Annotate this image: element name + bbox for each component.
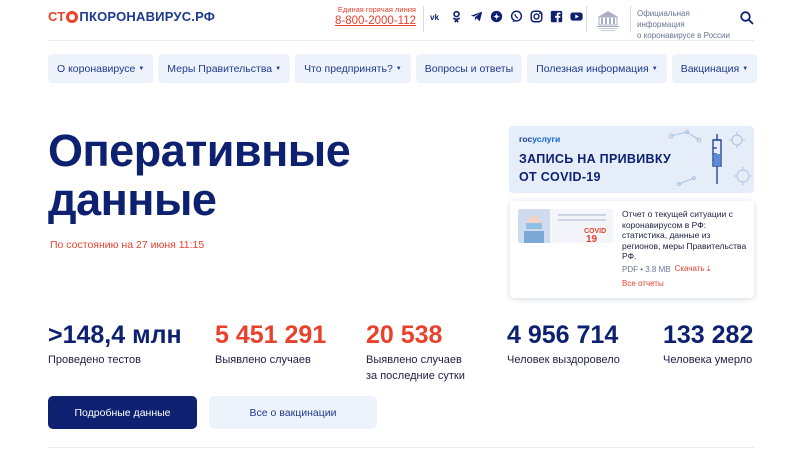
page-title-line2: данные	[48, 174, 217, 225]
caret-down-icon: ▼	[275, 65, 282, 72]
report-thumbnail[interactable]: COVID 19	[518, 209, 613, 243]
site-header: СТ ПКОРОНАВИРУС.РФ Единая горячая линия …	[0, 0, 792, 40]
nav-what-to-do[interactable]: Что предпринять? ▼	[295, 54, 411, 83]
nav-government-measures[interactable]: Меры Правительства ▼	[158, 54, 291, 83]
caret-down-icon: ▼	[395, 65, 402, 72]
report-description[interactable]: Отчет о текущей ситуации с коронавирусом…	[622, 209, 750, 262]
hotline-number[interactable]: 8-800-2000-112	[334, 15, 416, 27]
stat-label: Выявлено случаев	[215, 354, 311, 366]
nav-label: О коронавирусе	[57, 62, 136, 75]
header-divider	[48, 40, 754, 41]
stat-value: 20 538	[366, 321, 443, 349]
page-title-line1: Оперативные	[48, 125, 351, 176]
nav-label: Вакцинация	[680, 62, 740, 75]
instagram-icon[interactable]	[530, 10, 543, 23]
gosuslugi-logo: госуслуги	[519, 134, 560, 144]
odnoklassniki-icon[interactable]	[450, 10, 463, 23]
stat-label: Человека умерло	[663, 354, 753, 366]
stat-value: 5 451 291	[215, 321, 327, 349]
download-icon: ⤓	[706, 264, 711, 273]
syringe-virus-illustration-icon	[668, 130, 752, 186]
download-label: Скачать	[674, 264, 705, 273]
nav-faq[interactable]: Вопросы и ответы	[415, 54, 523, 83]
stat-deaths: 133 282 Человека умерло	[663, 320, 753, 368]
stat-cases-last-day: 20 538 Выявлено случаев за последние сут…	[366, 320, 476, 384]
gov-info: Официальная информация о коронавирусе в …	[637, 8, 737, 41]
nav-label: Меры Правительства	[167, 62, 273, 75]
hotline-label: Единая горячая линия	[337, 5, 416, 14]
viber-icon[interactable]	[510, 10, 523, 23]
download-link[interactable]: Скачать ⤓	[675, 264, 711, 274]
stat-label: Человек выздоровело	[507, 354, 620, 366]
stat-label: Проведено тестов	[48, 354, 141, 366]
stat-value: >148,4 млн	[48, 321, 182, 349]
report-thumb-number: 19	[586, 234, 598, 243]
main-nav: О коронавирусе ▼ Меры Правительства ▼ Что …	[48, 54, 758, 83]
nav-vaccination[interactable]: Вакцинация ▼	[671, 54, 758, 83]
facebook-icon[interactable]	[550, 10, 563, 23]
government-emblem-icon	[593, 5, 623, 33]
gov-info-line1: Официальная информация	[637, 9, 690, 29]
search-icon[interactable]	[740, 11, 754, 25]
update-timestamp: По состоянию на 27 июня 11:15	[50, 239, 205, 251]
stat-recovered: 4 956 714 Человек выздоровело	[507, 320, 620, 368]
situation-report-card: COVID 19 Отчет о текущей ситуации с коро…	[510, 201, 754, 298]
report-file-meta: PDF • 3.8 MB Скачать ⤓	[622, 264, 710, 274]
section-divider	[48, 447, 754, 448]
gov-info-line2: о коронавирусе в России	[637, 31, 730, 40]
stat-cases: 5 451 291 Выявлено случаев	[215, 320, 326, 368]
youtube-icon[interactable]	[570, 10, 583, 23]
nav-about-coronavirus[interactable]: О коронавирусе ▼	[48, 54, 154, 83]
logo-suffix: ПКОРОНАВИРУС.РФ	[79, 9, 216, 24]
divider	[423, 6, 424, 32]
svg-text:vk: vk	[430, 13, 440, 22]
divider	[586, 6, 587, 32]
brand-part-a: гос	[519, 134, 533, 144]
stat-value: 133 282	[663, 321, 754, 349]
brand-part-b: услуги	[532, 134, 561, 144]
telegram-icon[interactable]	[470, 10, 483, 23]
nav-label: Вопросы и ответы	[424, 62, 514, 75]
yandex-zen-icon[interactable]	[490, 10, 503, 23]
hotline: Единая горячая линия 8-800-2000-112	[334, 5, 416, 27]
divider	[630, 6, 631, 32]
nav-label: Полезная информация	[536, 62, 649, 75]
stat-label: Выявлено случаев за последние сутки	[366, 354, 465, 382]
detailed-data-button[interactable]: Подробные данные	[48, 396, 197, 429]
nav-label: Что предпринять?	[304, 62, 393, 75]
page-title: Оперативные данные	[48, 126, 468, 224]
all-reports-link[interactable]: Все отчеты	[622, 279, 664, 288]
site-logo[interactable]: СТ ПКОРОНАВИРУС.РФ	[48, 9, 215, 24]
nav-useful-info[interactable]: Полезная информация ▼	[527, 54, 667, 83]
social-links: vk	[430, 10, 583, 23]
vaccination-signup-banner[interactable]: госуслуги ЗАПИСЬ НА ПРИВИВКУ ОТ COVID-19	[509, 126, 754, 193]
caret-down-icon: ▼	[742, 65, 749, 72]
logo-prefix: СТ	[48, 9, 66, 24]
caret-down-icon: ▼	[651, 65, 658, 72]
stat-value: 4 956 714	[507, 321, 619, 349]
vaccination-info-button[interactable]: Все о вакцинации	[209, 396, 377, 429]
banner-line2: ОТ COVID-19	[519, 170, 601, 184]
stat-tests: >148,4 млн Проведено тестов	[48, 320, 182, 368]
virus-logo-icon	[66, 10, 79, 23]
caret-down-icon: ▼	[138, 65, 145, 72]
report-file-info: PDF • 3.8 MB	[622, 264, 671, 274]
vk-icon[interactable]: vk	[430, 10, 443, 23]
